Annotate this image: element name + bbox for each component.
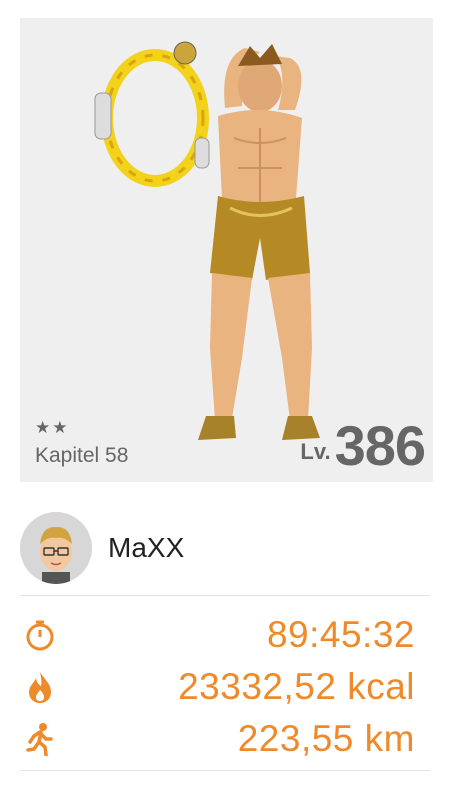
stopwatch-icon [20, 615, 60, 655]
level-display: Lv. 386 [300, 414, 426, 477]
character-figure [94, 41, 320, 440]
chapter-label: Kapitel 58 [35, 444, 129, 467]
stat-calories: 23332,52 kcal [20, 662, 415, 712]
user-row[interactable]: MaXX [20, 508, 430, 588]
stat-time: 89:45:32 [20, 610, 415, 660]
distance-value: 223,55 km [237, 718, 415, 759]
username: MaXX [108, 532, 185, 563]
flame-icon [20, 667, 60, 707]
divider [20, 770, 430, 771]
calories-value: 23332,52 kcal [178, 666, 415, 707]
time-value: 89:45:32 [266, 614, 415, 655]
mii-avatar-icon [20, 512, 92, 584]
level-label: Lv. [300, 439, 331, 464]
character-panel: ★★ Kapitel 58 Lv. 386 [20, 18, 433, 482]
divider [20, 595, 430, 596]
profile-card: ★★ Kapitel 58 Lv. 386 MaXX 89:45:32 2333… [0, 0, 450, 787]
level-value: 386 [334, 414, 426, 477]
rank-stars: ★★ [35, 418, 70, 438]
stat-distance: 223,55 km [20, 714, 415, 764]
avatar[interactable] [20, 512, 92, 584]
running-person-icon [20, 719, 60, 759]
